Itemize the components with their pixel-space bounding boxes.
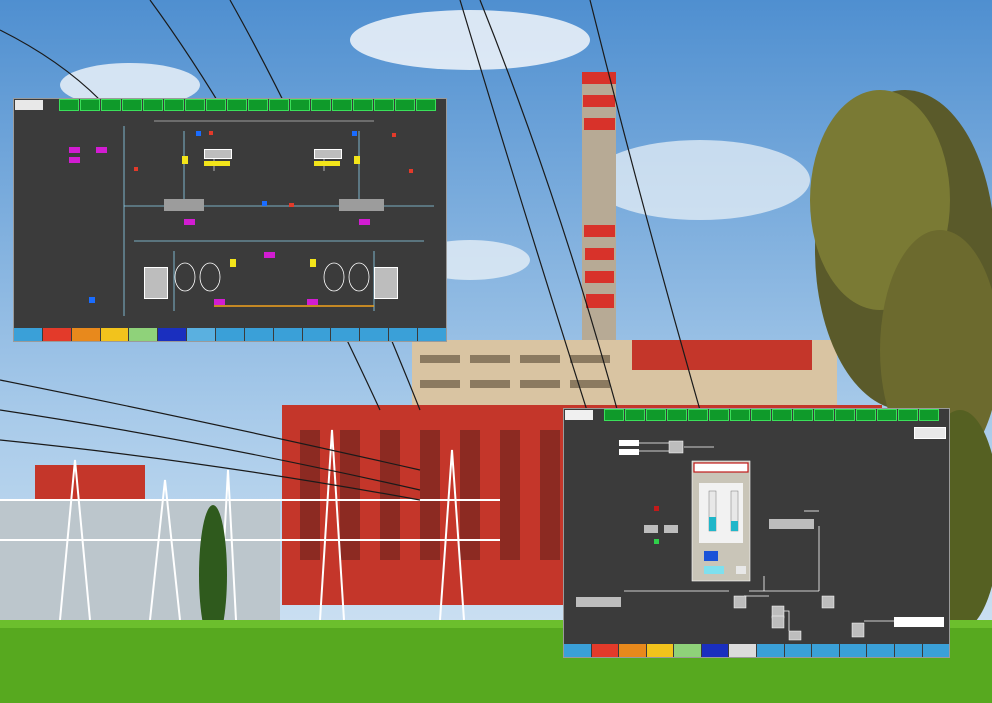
top-tab[interactable] [709, 409, 729, 421]
top-tab[interactable] [248, 99, 268, 111]
top-tab[interactable] [122, 99, 142, 111]
nav-button-2[interactable] [42, 328, 71, 341]
nav-button-8[interactable] [216, 328, 244, 341]
top-tab[interactable] [269, 99, 289, 111]
nav-button-6[interactable] [701, 644, 729, 657]
nav-button-14[interactable] [389, 328, 418, 341]
nav-button-9[interactable] [784, 644, 812, 657]
value-box [144, 267, 168, 299]
nav-button-9[interactable] [244, 328, 273, 341]
nav-button-5[interactable] [674, 644, 701, 657]
indicator-magenta [307, 299, 318, 305]
top-tab[interactable] [646, 409, 666, 421]
logo [15, 100, 43, 110]
value-box [204, 149, 232, 159]
value-box [314, 149, 342, 159]
nav-button-4[interactable] [646, 644, 674, 657]
nav-button-15[interactable] [418, 328, 446, 341]
top-tab[interactable] [374, 99, 394, 111]
cloud [350, 10, 590, 70]
nav-button-10[interactable] [273, 328, 302, 341]
bottom-nav-bar [14, 328, 446, 341]
nav-button-11[interactable] [839, 644, 867, 657]
nav-button-12[interactable] [867, 644, 894, 657]
top-tab[interactable] [625, 409, 645, 421]
nav-button-10[interactable] [812, 644, 839, 657]
nav-button-11[interactable] [302, 328, 331, 341]
nav-button-13[interactable] [360, 328, 389, 341]
control-diagram [576, 440, 944, 641]
top-tab[interactable] [227, 99, 247, 111]
top-tab[interactable] [772, 409, 792, 421]
indicator-magenta [214, 299, 225, 305]
top-tab[interactable] [311, 99, 331, 111]
nav-button-3[interactable] [71, 328, 100, 341]
top-tab[interactable] [416, 99, 436, 111]
top-tab[interactable] [59, 99, 79, 111]
nav-button-12[interactable] [331, 328, 360, 341]
top-tab[interactable] [80, 99, 100, 111]
top-tab[interactable] [206, 99, 226, 111]
cloud [590, 140, 810, 220]
top-tab[interactable] [143, 99, 163, 111]
scada-control-screen [563, 408, 950, 658]
indicator-magenta [264, 252, 275, 258]
indicator-magenta [69, 157, 80, 163]
top-tab[interactable] [688, 409, 708, 421]
nav-button-8[interactable] [757, 644, 784, 657]
scada-overview-screen [13, 98, 447, 342]
top-tab[interactable] [730, 409, 750, 421]
indicator-magenta [184, 219, 195, 225]
bottom-nav-bar [564, 644, 949, 657]
indicator-magenta [359, 219, 370, 225]
top-tab[interactable] [395, 99, 415, 111]
top-tab[interactable] [604, 409, 624, 421]
logo [565, 410, 593, 420]
top-tab[interactable] [667, 409, 687, 421]
top-tab[interactable] [835, 409, 855, 421]
top-tab-bar [604, 409, 939, 421]
top-tab[interactable] [856, 409, 876, 421]
top-tab[interactable] [353, 99, 373, 111]
nav-button-7[interactable] [729, 644, 757, 657]
nav-button-1[interactable] [564, 644, 591, 657]
top-tab[interactable] [751, 409, 771, 421]
top-tab[interactable] [793, 409, 813, 421]
nav-button-4[interactable] [100, 328, 129, 341]
indicator-magenta [69, 147, 80, 153]
nav-button-2[interactable] [591, 644, 619, 657]
top-tab[interactable] [898, 409, 918, 421]
top-tab[interactable] [164, 99, 184, 111]
indicator-yellow [314, 161, 340, 166]
top-tab[interactable] [877, 409, 897, 421]
nav-button-3[interactable] [619, 644, 646, 657]
top-tab-bar [59, 99, 436, 111]
nav-button-6[interactable] [158, 328, 187, 341]
nav-button-5[interactable] [129, 328, 158, 341]
nav-button-1[interactable] [14, 328, 42, 341]
top-tab[interactable] [185, 99, 205, 111]
indicator-yellow [204, 161, 230, 166]
nav-button-13[interactable] [894, 644, 922, 657]
top-tab[interactable] [101, 99, 121, 111]
indicator-magenta [96, 147, 107, 153]
top-tab[interactable] [814, 409, 834, 421]
nav-button-14[interactable] [922, 644, 949, 657]
value-box [374, 267, 398, 299]
top-tab[interactable] [332, 99, 352, 111]
top-tab[interactable] [919, 409, 939, 421]
top-tab[interactable] [290, 99, 310, 111]
nav-button-7[interactable] [187, 328, 216, 341]
